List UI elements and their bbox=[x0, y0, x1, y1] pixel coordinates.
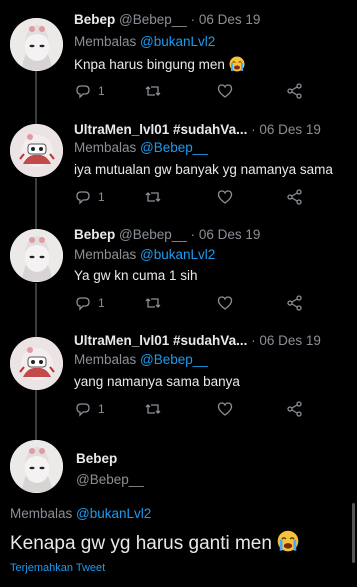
thread-line bbox=[35, 178, 37, 230]
like-button[interactable] bbox=[216, 188, 234, 206]
separator-dot: · bbox=[190, 12, 196, 27]
thread-line bbox=[35, 390, 37, 440]
share-button[interactable] bbox=[286, 188, 304, 206]
thread-line bbox=[35, 70, 37, 125]
share-button[interactable] bbox=[286, 294, 304, 312]
share-icon bbox=[287, 83, 302, 99]
like-icon bbox=[217, 402, 233, 416]
reply-button[interactable]: 1 bbox=[74, 188, 105, 206]
replying-to-label: Membalas bbox=[74, 352, 137, 367]
display-name[interactable]: Bebep bbox=[74, 227, 115, 242]
reply-button[interactable]: 1 bbox=[74, 82, 105, 100]
separator-dot: · bbox=[251, 333, 256, 348]
display-name[interactable]: UltraMen_lvl01 #sudahVa... bbox=[74, 122, 247, 137]
tweet-header: Bebep @Bebep__ · 06 Des 19 bbox=[74, 12, 351, 30]
retweet-icon bbox=[145, 404, 161, 414]
replying-to-label: Membalas bbox=[74, 247, 137, 262]
replying-to-link[interactable]: @Bebep__ bbox=[140, 140, 208, 155]
retweet-button[interactable] bbox=[144, 188, 162, 206]
replying-to: Membalas @Bebep__ bbox=[74, 140, 208, 155]
scrollbar[interactable] bbox=[352, 503, 355, 563]
tweet-header: UltraMen_lvl01 #sudahVa... · 06 Des 19 bbox=[74, 333, 351, 351]
crying-emoji-icon bbox=[277, 530, 299, 552]
reply-count: 1 bbox=[98, 84, 105, 98]
tweet-header: Bebep @Bebep__ · 06 Des 19 bbox=[74, 227, 351, 245]
display-name[interactable]: Bebep bbox=[76, 451, 117, 466]
username[interactable]: @Bebep__ bbox=[119, 227, 187, 242]
tweet-actions: 1 bbox=[74, 294, 314, 314]
main-tweet-text: Kenapa gw yg harus ganti men bbox=[10, 533, 272, 554]
like-button[interactable] bbox=[216, 294, 234, 312]
reply-count: 1 bbox=[98, 190, 105, 204]
replying-to: Membalas @bukanLvl2 bbox=[10, 506, 151, 521]
avatar-bebep[interactable] bbox=[10, 18, 63, 71]
separator-dot: · bbox=[190, 227, 196, 242]
share-icon bbox=[287, 401, 302, 417]
share-icon bbox=[287, 295, 302, 311]
tweet-date[interactable]: 06 Des 19 bbox=[259, 333, 321, 348]
tweet-text: iya mutualan gw banyak yg namanya sama bbox=[74, 162, 333, 177]
tweet-date[interactable]: 06 Des 19 bbox=[259, 122, 321, 137]
reply-icon bbox=[76, 403, 90, 417]
avatar-ultramen[interactable] bbox=[10, 124, 63, 177]
replying-to: Membalas @bukanLvl2 bbox=[74, 34, 215, 49]
tweet-actions: 1 bbox=[74, 188, 314, 208]
reply-icon bbox=[76, 191, 90, 205]
display-name[interactable]: UltraMen_lvl01 #sudahVa... bbox=[74, 333, 247, 348]
share-button[interactable] bbox=[286, 82, 304, 100]
replying-to-label: Membalas bbox=[74, 34, 137, 49]
crying-emoji-icon bbox=[229, 56, 245, 72]
replying-to-link[interactable]: @Bebep__ bbox=[140, 352, 208, 367]
retweet-button[interactable] bbox=[144, 400, 162, 418]
display-name[interactable]: Bebep bbox=[74, 12, 115, 27]
replying-to-label: Membalas bbox=[10, 506, 73, 521]
tweet-text-row: Knpa harus bingung men bbox=[74, 56, 245, 72]
reply-icon bbox=[76, 85, 90, 99]
retweet-icon bbox=[145, 192, 161, 202]
share-button[interactable] bbox=[286, 400, 304, 418]
retweet-button[interactable] bbox=[144, 82, 162, 100]
tweet-text: Knpa harus bingung men bbox=[74, 57, 225, 72]
tweet-text: Ya gw kn cuma 1 sih bbox=[74, 268, 198, 283]
like-icon bbox=[217, 190, 233, 204]
tweet-date[interactable]: 06 Des 19 bbox=[199, 227, 261, 242]
reply-button[interactable]: 1 bbox=[74, 294, 105, 312]
retweet-icon bbox=[145, 298, 161, 308]
tweet-text: yang namanya sama banya bbox=[74, 374, 240, 389]
like-button[interactable] bbox=[216, 82, 234, 100]
like-icon bbox=[217, 84, 233, 98]
tweet-actions: 1 bbox=[74, 400, 314, 420]
avatar-bebep[interactable] bbox=[10, 229, 63, 282]
reply-count: 1 bbox=[98, 402, 105, 416]
reply-count: 1 bbox=[98, 296, 105, 310]
like-icon bbox=[217, 296, 233, 310]
reply-button[interactable]: 1 bbox=[74, 400, 105, 418]
like-button[interactable] bbox=[216, 400, 234, 418]
avatar-bebep[interactable] bbox=[10, 440, 63, 493]
replying-to: Membalas @Bebep__ bbox=[74, 352, 208, 367]
retweet-icon bbox=[145, 86, 161, 96]
tweet-actions: 1 bbox=[74, 82, 314, 102]
replying-to-link[interactable]: @bukanLvl2 bbox=[140, 247, 215, 262]
separator-dot: · bbox=[251, 122, 256, 137]
replying-to-label: Membalas bbox=[74, 140, 137, 155]
replying-to: Membalas @bukanLvl2 bbox=[74, 247, 215, 262]
replying-to-link[interactable]: @bukanLvl2 bbox=[140, 34, 215, 49]
replying-to-link[interactable]: @bukanLvl2 bbox=[76, 506, 151, 521]
thread-line bbox=[35, 283, 37, 338]
reply-icon bbox=[76, 297, 90, 311]
username[interactable]: @Bebep__ bbox=[119, 12, 187, 27]
main-tweet-text-row: Kenapa gw yg harus ganti men bbox=[10, 530, 299, 555]
tweet-date[interactable]: 06 Des 19 bbox=[199, 12, 261, 27]
tweet-header: UltraMen_lvl01 #sudahVa... · 06 Des 19 bbox=[74, 122, 351, 140]
retweet-button[interactable] bbox=[144, 294, 162, 312]
avatar-ultramen[interactable] bbox=[10, 337, 63, 390]
share-icon bbox=[287, 189, 302, 205]
translate-tweet-link[interactable]: Terjemahkan Tweet bbox=[10, 562, 105, 574]
username[interactable]: @Bebep__ bbox=[76, 472, 144, 487]
